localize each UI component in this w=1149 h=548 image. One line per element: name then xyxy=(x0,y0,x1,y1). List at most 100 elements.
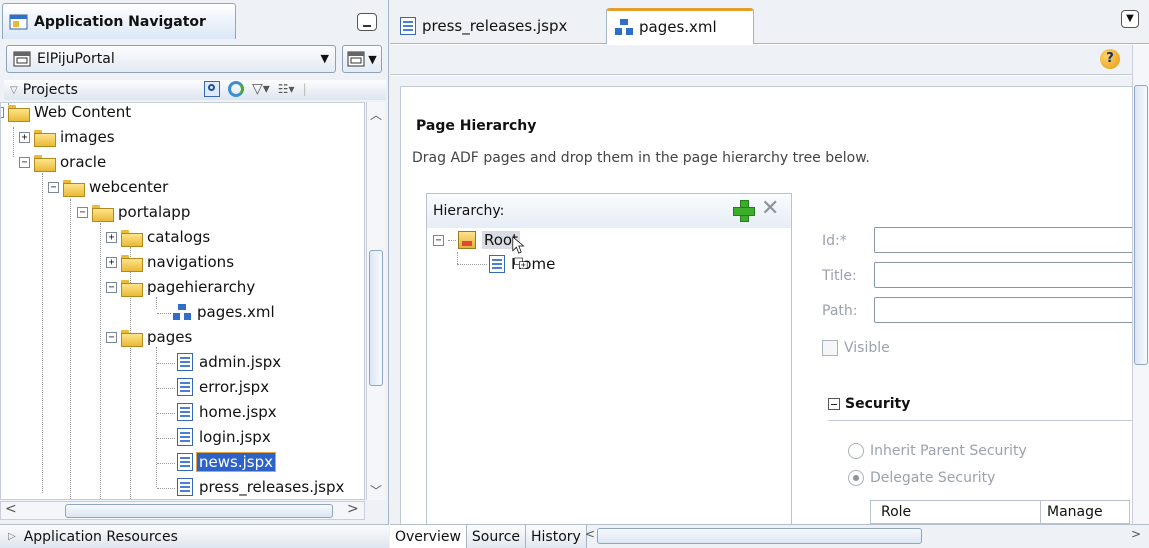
tree-item-pages[interactable]: − pages xyxy=(106,326,194,348)
scroll-right-icon[interactable]: > xyxy=(1131,527,1141,541)
projects-header[interactable]: ▽ Projects ▽▾ ☷▾ | xyxy=(4,80,386,100)
jspx-icon xyxy=(177,428,193,446)
folder-icon xyxy=(34,129,56,147)
tree-item-news-jspx[interactable]: news.jspx xyxy=(177,451,276,473)
folder-icon xyxy=(8,104,30,122)
chevron-down-icon: ▼ xyxy=(368,52,377,66)
tree-item-label: Web Content xyxy=(34,103,132,121)
tab-overview[interactable]: Overview xyxy=(390,525,467,548)
tree-item-login-jspx[interactable]: login.jspx xyxy=(177,426,273,448)
tree-item-error-jspx[interactable]: error.jspx xyxy=(177,376,271,398)
folder-icon xyxy=(92,204,114,222)
scroll-right-icon[interactable]: > xyxy=(347,501,359,517)
hierarchy-header: Hierarchy: ✕ xyxy=(427,194,791,228)
view-options-icon[interactable]: ☷▾ xyxy=(278,82,295,96)
tree-item-navigations[interactable]: + navigations xyxy=(106,251,236,273)
folder-icon xyxy=(121,229,143,247)
expand-icon[interactable]: + xyxy=(106,256,117,268)
tree-item-webcenter[interactable]: − webcenter xyxy=(48,176,170,198)
scrollbar-thumb[interactable] xyxy=(1134,85,1148,365)
tree-item-admin-jspx[interactable]: admin.jspx xyxy=(177,351,283,373)
editor-tab-bar: press_releases.jspx pages.xml ▼ xyxy=(390,0,1149,44)
tree-item-label: login.jspx xyxy=(199,428,271,446)
editor-horizontal-scrollbar[interactable]: < > xyxy=(585,525,1149,548)
radio-button[interactable] xyxy=(848,470,864,486)
tree-connector xyxy=(448,239,456,241)
path-field[interactable] xyxy=(874,297,1134,323)
tree-item-home-jspx[interactable]: home.jspx xyxy=(177,401,279,423)
expand-icon[interactable]: + xyxy=(106,231,117,243)
tree-item-catalogs[interactable]: + catalogs xyxy=(106,226,212,248)
radio-button[interactable] xyxy=(848,443,864,459)
tab-press-releases-jspx[interactable]: press_releases.jspx xyxy=(392,8,596,44)
editor-vertical-scrollbar[interactable] xyxy=(1132,45,1149,524)
minimize-icon[interactable] xyxy=(357,13,377,31)
scrollbar-thumb[interactable] xyxy=(65,504,333,518)
collapse-icon[interactable] xyxy=(828,398,840,410)
help-icon[interactable]: ? xyxy=(1100,49,1120,69)
toolbar-divider: | xyxy=(302,82,307,96)
tree-item-web-content[interactable]: − Web Content xyxy=(1,103,133,123)
id-field[interactable] xyxy=(874,227,1134,253)
hierarchy-panel: Hierarchy: ✕ − Root Home xyxy=(426,193,792,526)
tree-item-press-releases-jspx[interactable]: press_releases.jspx xyxy=(177,476,346,498)
tree-vertical-scrollbar[interactable]: ︿ ﹀ xyxy=(366,102,385,500)
tree-item-portalapp[interactable]: − portalapp xyxy=(77,201,192,223)
tree-item-label: error.jspx xyxy=(199,378,270,396)
role-table-header: Role Manage xyxy=(870,500,1130,524)
expand-icon[interactable]: + xyxy=(19,131,30,143)
application-navigator-tab[interactable]: Application Navigator xyxy=(2,3,236,39)
manage-column-header[interactable]: Manage xyxy=(1041,504,1103,520)
tree-item-pages-xml[interactable]: pages.xml xyxy=(173,301,277,323)
page-hierarchy-title: Page Hierarchy xyxy=(416,118,537,134)
visible-label: Visible xyxy=(844,340,890,356)
collapse-icon[interactable]: − xyxy=(433,234,444,246)
checkbox-box[interactable] xyxy=(822,340,838,356)
delete-icon[interactable]: ✕ xyxy=(761,196,779,221)
folder-icon xyxy=(63,179,85,197)
application-selector[interactable]: ElPijuPortal ▼ xyxy=(6,45,336,73)
tab-history[interactable]: History xyxy=(526,525,587,548)
jspx-icon xyxy=(177,378,193,396)
collapse-icon[interactable]: − xyxy=(19,156,30,168)
security-section-header[interactable]: Security xyxy=(828,396,910,412)
collapse-icon[interactable]: − xyxy=(106,281,117,293)
tree-item-oracle[interactable]: − oracle xyxy=(19,151,108,173)
role-column-header[interactable]: Role xyxy=(871,501,1041,523)
tree-item-label: news.jspx xyxy=(196,452,276,472)
tab-source[interactable]: Source xyxy=(466,525,527,548)
collapse-icon[interactable]: − xyxy=(48,181,59,193)
tree-item-pagehierarchy[interactable]: − pagehierarchy xyxy=(106,276,257,298)
tab-pages-xml[interactable]: pages.xml xyxy=(606,8,754,44)
filter-icon[interactable]: ▽▾ xyxy=(252,81,270,97)
jspx-icon xyxy=(177,353,193,371)
scroll-left-icon[interactable]: < xyxy=(585,527,595,541)
scroll-down-icon[interactable]: ﹀ xyxy=(370,482,382,499)
application-menu-button[interactable]: ▼ xyxy=(342,45,382,73)
application-resources-header[interactable]: ▷ Application Resources xyxy=(0,524,389,548)
scroll-up-icon[interactable]: ︿ xyxy=(370,106,382,123)
hierarchy-node-root[interactable]: − Root xyxy=(433,231,520,249)
collapse-icon[interactable]: − xyxy=(106,331,117,343)
title-field[interactable] xyxy=(874,262,1134,288)
inherit-parent-security-radio[interactable]: Inherit Parent Security xyxy=(848,443,1027,459)
scroll-left-icon[interactable]: < xyxy=(5,501,17,517)
collapse-icon[interactable]: − xyxy=(1,106,4,118)
scrollbar-thumb[interactable] xyxy=(369,250,383,386)
refresh-icon[interactable] xyxy=(228,81,244,97)
delegate-security-radio[interactable]: Delegate Security xyxy=(848,470,995,486)
tree-horizontal-scrollbar[interactable]: < > xyxy=(0,501,365,520)
application-navigator-panel: Application Navigator ElPijuPortal ▼ ▼ ▽… xyxy=(0,0,389,548)
application-navigator-icon xyxy=(9,14,28,29)
add-icon[interactable] xyxy=(733,200,755,222)
navigator-title: Application Navigator xyxy=(34,13,206,30)
collapse-icon[interactable]: − xyxy=(77,206,88,218)
scrollbar-thumb[interactable] xyxy=(596,528,922,544)
search-icon[interactable] xyxy=(204,81,220,97)
radio-label: Delegate Security xyxy=(870,470,996,486)
visible-checkbox[interactable]: Visible xyxy=(822,340,890,356)
folder-icon xyxy=(34,154,56,172)
tab-list-dropdown-icon[interactable]: ▼ xyxy=(1121,10,1139,28)
tree-item-label: navigations xyxy=(147,253,235,271)
tree-item-images[interactable]: + images xyxy=(19,126,117,148)
